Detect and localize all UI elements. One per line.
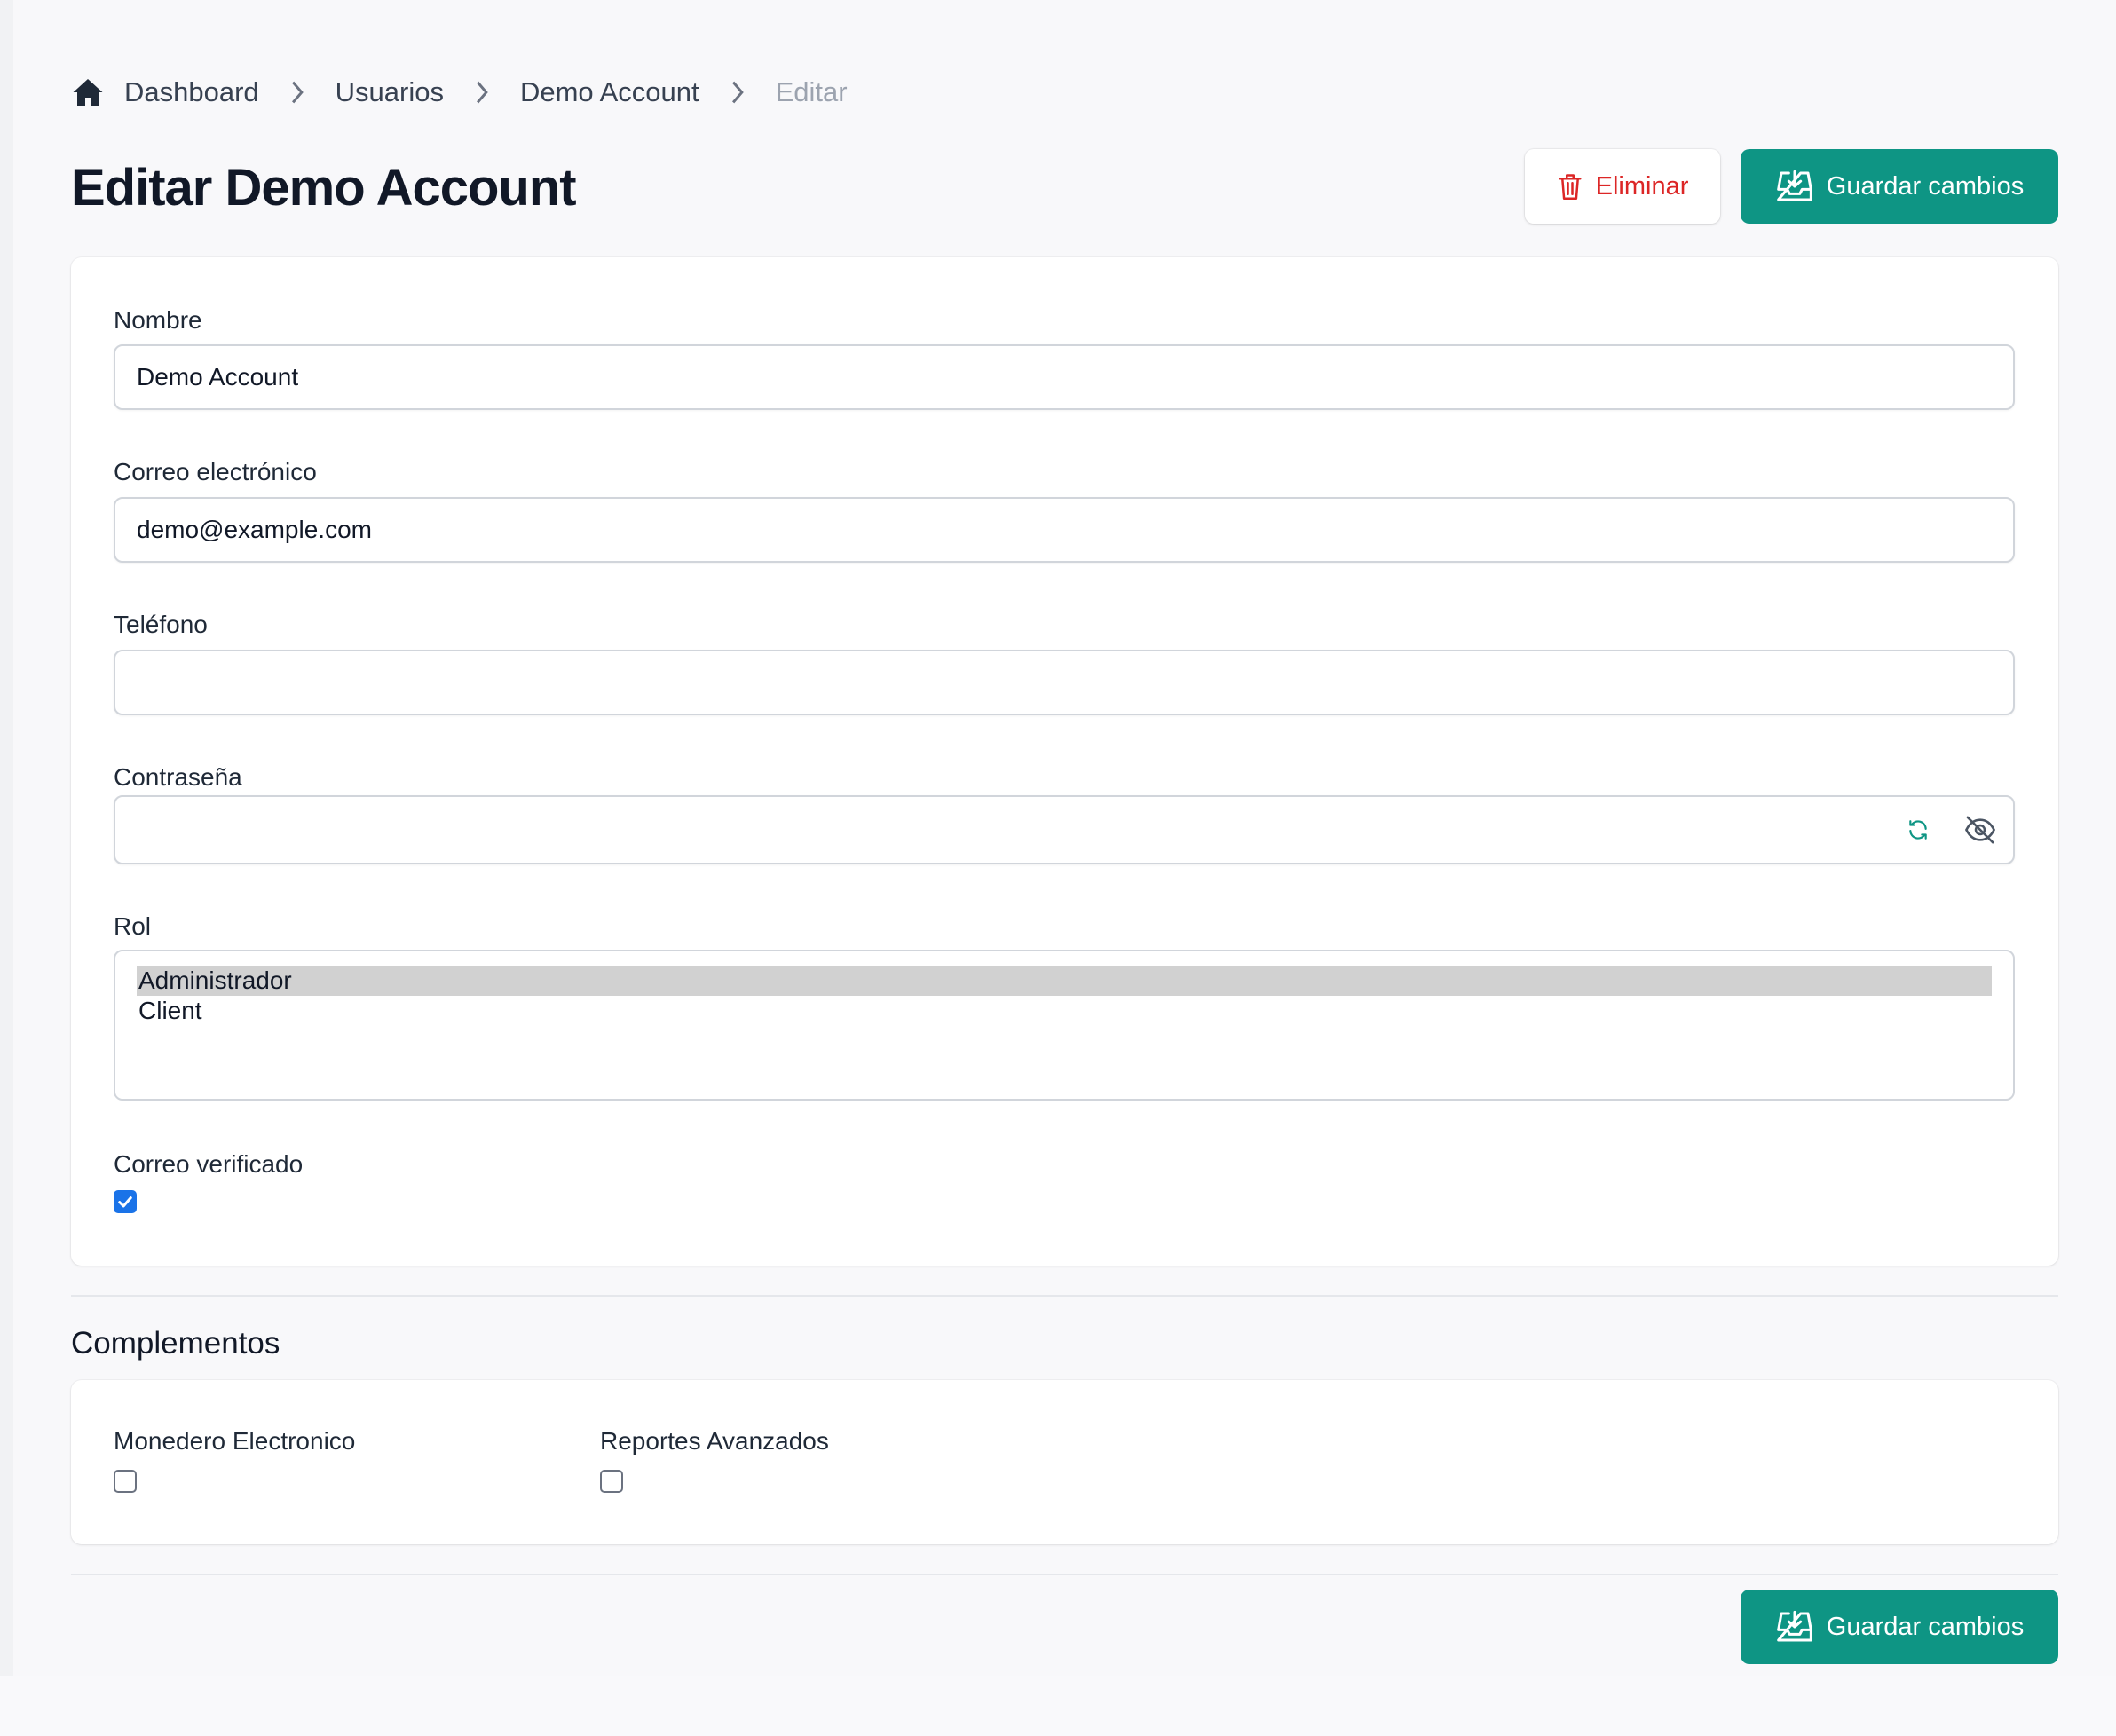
breadcrumb-demo-account[interactable]: Demo Account [520,76,699,108]
footer-divider [71,1574,2058,1575]
phone-label: Teléfono [114,611,208,638]
breadcrumb: Dashboard Usuarios Demo Account Editar [71,71,848,114]
chevron-right-icon [470,81,493,104]
inbox-download-icon [1775,1609,1814,1645]
breadcrumb-dashboard[interactable]: Dashboard [124,76,259,108]
addon-checkbox-monedero[interactable] [114,1470,137,1493]
chevron-right-icon [286,81,309,104]
trash-icon [1557,171,1583,201]
check-icon [118,1196,132,1208]
page-title: Editar Demo Account [71,159,577,217]
delete-button[interactable]: Eliminar [1525,149,1720,224]
delete-button-label: Eliminar [1595,171,1689,201]
inbox-download-icon [1775,169,1814,204]
addons-card: Monedero Electronico Reportes Avanzados [71,1380,2058,1544]
window-edge [0,0,13,1676]
save-button[interactable]: Guardar cambios [1741,149,2058,224]
email-value: demo@example.com [137,516,372,543]
save-button-label: Guardar cambios [1826,171,2025,201]
bottom-band [0,1676,2116,1736]
breadcrumb-usuarios[interactable]: Usuarios [336,76,444,108]
email-field[interactable]: demo@example.com [114,497,2015,563]
eye-off-icon[interactable] [1963,815,1997,845]
email-verified-label: Correo verificado [114,1150,304,1178]
refresh-icon[interactable] [1907,818,1930,841]
section-title-complementos: Complementos [71,1326,280,1361]
role-option-client[interactable]: Client [137,996,1992,1026]
addon-label-monedero: Monedero Electronico [114,1427,356,1455]
password-actions [1907,797,1997,863]
save-button-bottom[interactable]: Guardar cambios [1741,1590,2058,1664]
save-button-bottom-label: Guardar cambios [1826,1612,2025,1641]
name-label: Nombre [114,306,202,334]
password-field[interactable] [114,795,2015,864]
addon-checkbox-reportes[interactable] [600,1470,623,1493]
chevron-right-icon [726,81,749,104]
addon-label-reportes: Reportes Avanzados [600,1427,829,1455]
email-label: Correo electrónico [114,458,317,485]
email-verified-checkbox[interactable] [114,1190,137,1213]
role-option-administrador[interactable]: Administrador [137,966,1992,996]
breadcrumb-editar: Editar [775,76,848,107]
section-divider [71,1295,2058,1297]
role-label: Rol [114,912,152,940]
role-select[interactable]: Administrador Client [114,950,2015,1101]
name-value: Demo Account [137,363,299,391]
password-label: Contraseña [114,763,242,791]
home-icon[interactable] [71,75,105,109]
phone-field[interactable] [114,650,2015,715]
user-form-card: Nombre Demo Account Correo electrónico d… [71,257,2058,1266]
name-field[interactable]: Demo Account [114,344,2015,410]
